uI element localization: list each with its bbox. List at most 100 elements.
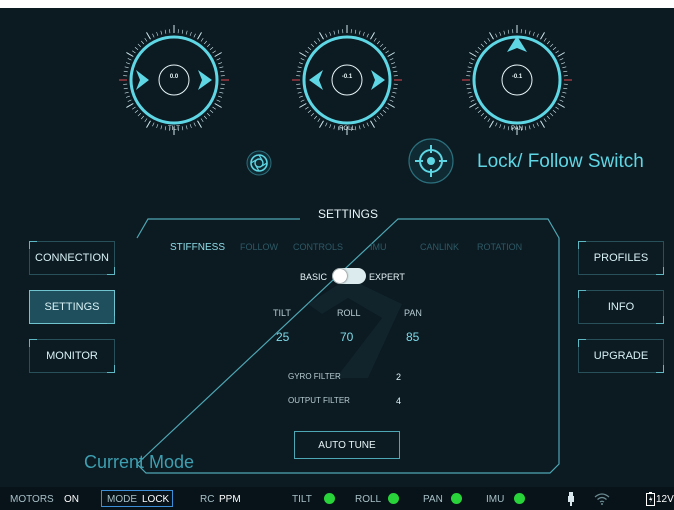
left-arrow-icon[interactable] [309,70,323,90]
lock-follow-switch[interactable] [408,138,468,184]
dial-tick [561,62,566,65]
dial-tick [207,113,211,117]
dial-tick [132,50,136,54]
dial-tick [156,31,159,36]
dial-tick [393,87,398,90]
right-arrow-icon[interactable] [198,70,212,90]
axis-value-tilt[interactable]: 25 [276,330,289,344]
dial-tick [212,106,216,110]
axis-label-pan: PAN [404,308,422,318]
dial-tick [467,91,472,94]
dial-tick [557,103,565,108]
roll-value: -0.1 [341,74,353,80]
battery-icon [646,492,655,506]
dial-tick [297,91,302,94]
mode-toggle[interactable] [332,268,366,284]
dial-tick [299,103,307,108]
dial-tick [469,52,477,57]
gimbal-app: 0.0 TILT -0.1 ROLL -0.1 PAN Lock/ Follow… [0,0,674,510]
tilt-status-dot [324,493,335,504]
dial-tick [393,70,398,73]
aperture-button[interactable] [246,150,272,176]
dial-tick [200,38,204,42]
dial-tick [470,58,475,61]
dial-tick [140,115,145,120]
tab-canlink[interactable]: CANLINK [420,242,459,252]
dial-tick [557,52,565,57]
dial-tick [468,95,473,98]
dial-tick [466,70,471,73]
dial-tick [495,33,498,38]
dial-tick [310,113,314,117]
dial-tick [144,118,148,122]
dial-tick [313,40,318,45]
dial-tick [134,46,139,51]
roll-dial[interactable]: -0.1 ROLL [285,18,409,142]
dial-tick [470,99,475,102]
pan-value: -0.1 [511,74,523,80]
dial-tick [483,40,488,45]
dial-tick [524,29,527,34]
menu-settings[interactable]: SETTINGS [29,290,115,324]
tab-stiffness[interactable]: STIFFNESS [170,242,225,253]
pan-dial-graphic [462,25,572,135]
tab-follow[interactable]: FOLLOW [240,242,278,252]
tilt-dial-graphic [119,25,229,135]
dial-tick [297,66,302,69]
tilt-dial[interactable]: 0.0 TILT [112,18,236,142]
dial-tick [562,66,567,69]
pan-dial[interactable]: -0.1 PAN [455,18,579,142]
left-arrow-icon[interactable] [136,70,149,90]
gyro-filter-value[interactable]: 2 [396,372,401,382]
aperture-icon [246,150,272,176]
dial-tick [552,109,557,114]
dial-tick [366,33,369,38]
menu-monitor[interactable]: MONITOR [29,339,115,373]
dial-tick [144,38,148,42]
dial-tick [469,103,477,108]
dial-tick [140,40,145,45]
mode-label: MODE [107,494,137,505]
dial-tick [466,87,471,90]
dial-tick [546,40,551,45]
dial-tick [299,52,307,57]
tab-imu[interactable]: IMU [370,242,387,252]
dial-tick [536,33,539,38]
dial-tick [387,52,395,57]
dial-tick [146,32,151,40]
dial-tick [477,109,482,114]
dial-tick [552,46,557,51]
right-arrow-icon[interactable] [371,70,385,90]
dial-tick [189,31,192,36]
dial-tick [550,43,554,47]
roll-dial-graphic [292,25,402,135]
lock-follow-label: Lock/ Follow Switch [477,151,644,172]
dial-tick [307,46,312,51]
roll-indicator-label: ROLL [355,494,382,505]
auto-tune-button[interactable]: AUTO TUNE [294,431,400,459]
output-filter-value[interactable]: 4 [396,396,401,406]
dial-tick [127,58,132,61]
axis-value-pan[interactable]: 85 [406,330,419,344]
dial-tick [563,87,568,90]
tilt-indicator-label: TILT [292,494,312,505]
crosshair-icon [408,138,454,184]
dial-tick [125,62,130,65]
output-filter-label: OUTPUT FILTER [288,396,350,405]
tab-controls[interactable]: CONTROLS [293,242,343,252]
menu-info[interactable]: INFO [578,290,664,324]
menu-connection[interactable]: CONNECTION [29,241,115,275]
dial-tick [382,109,387,114]
dial-tick [305,106,309,110]
motors-value[interactable]: ON [64,494,79,505]
dial-tick [203,115,208,120]
menu-profiles[interactable]: PROFILES [578,241,664,275]
tab-rotation[interactable]: ROTATION [477,242,522,252]
menu-upgrade[interactable]: UPGRADE [578,339,664,373]
dial-tick [209,109,214,114]
dial-tick [125,95,130,98]
status-bar: MOTORS ON MODE LOCK RC PPM TILT ROLL PAN… [0,487,674,510]
axis-value-roll[interactable]: 70 [340,330,353,344]
dial-tick [296,87,301,90]
dial-tick [543,118,547,122]
